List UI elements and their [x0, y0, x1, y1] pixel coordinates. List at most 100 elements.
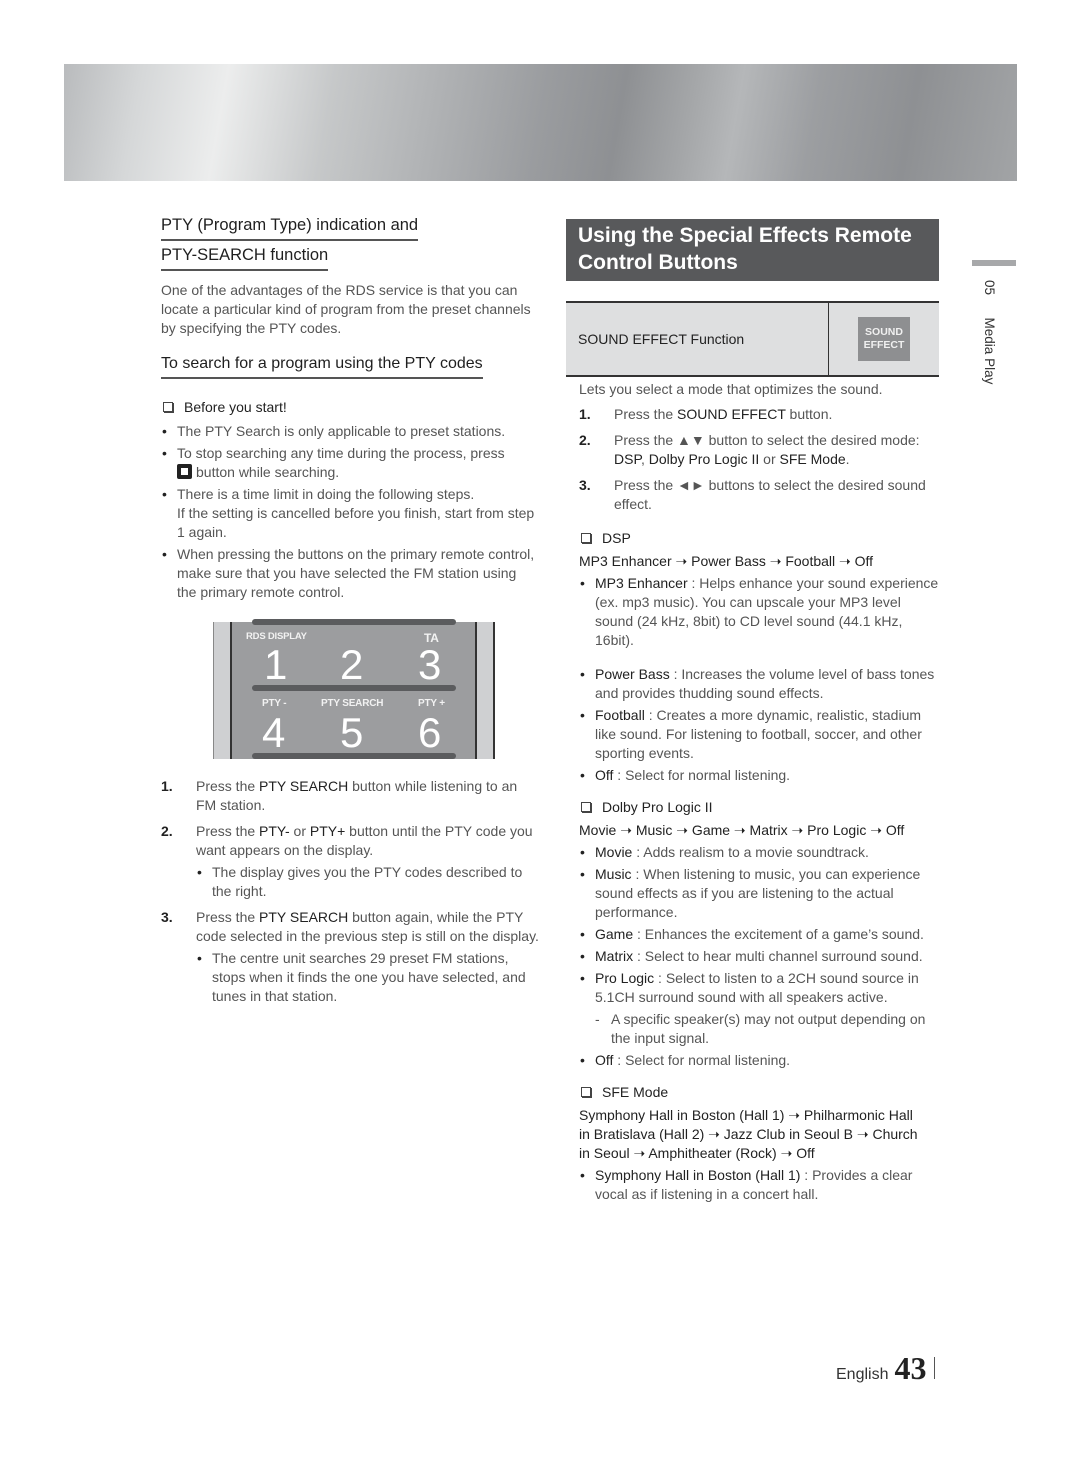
remote-face: RDS DISPLAY TA 1 2 3 PTY - PTY SEARCH PT… [232, 619, 476, 759]
digit-button-1[interactable]: 1 [264, 644, 287, 686]
remote-edge-left [213, 622, 232, 759]
sfe-list: Symphony Hall in Boston (Hall 1) : Provi… [579, 1166, 939, 1204]
step-number: 2. [579, 432, 591, 448]
subheading: To search for a program using the PTY co… [161, 353, 483, 379]
step-text: , [640, 451, 649, 467]
dolby-item: Music : When listening to music, you can… [579, 865, 939, 922]
item-desc: : Enhances the excitement of a game’s so… [633, 926, 924, 942]
dolby-sub-note: -A specific speaker(s) may not output de… [595, 1010, 939, 1048]
step-keyword: Dolby Pro Logic II [648, 451, 760, 467]
step-keyword: SOUND EFFECT [677, 406, 786, 422]
digit-button-5[interactable]: 5 [340, 712, 363, 754]
dsp-list: MP3 Enhancer : Helps enhance your sound … [579, 574, 939, 785]
note-text: The PTY Search is only applicable to pre… [177, 423, 506, 439]
pty-steps-list: 1. Press the PTY SEARCH button while list… [161, 777, 539, 1006]
right-column: Using the Special Effects Remote Control… [566, 219, 939, 1207]
item-desc: : Select to hear multi channel surround … [633, 948, 923, 964]
dsp-heading-label: DSP [602, 530, 631, 546]
dolby-item: Matrix : Select to hear multi channel su… [579, 947, 939, 966]
page-number: 43 [894, 1350, 927, 1386]
checkbox-icon [581, 802, 591, 812]
digit-button-3[interactable]: 3 [418, 644, 441, 686]
footer-separator [934, 1357, 936, 1379]
checkbox-icon [163, 402, 173, 412]
side-tab-text: 05 Media Play [982, 280, 997, 384]
function-button-cell: SOUND EFFECT [829, 303, 939, 375]
step-keyword: DSP [614, 451, 641, 467]
button-text-line2: EFFECT [863, 339, 905, 351]
dolby-item: Off : Select for normal listening. [579, 1051, 939, 1070]
before-start-heading: Before you start! [161, 399, 539, 415]
before-start-label: Before you start! [184, 399, 287, 415]
note-item: The PTY Search is only applicable to pre… [161, 422, 539, 441]
digit-button-2[interactable]: 2 [340, 644, 363, 686]
step-item: 2. Press the ▲▼ button to select the desi… [579, 431, 939, 469]
item-name: Power Bass [595, 666, 670, 682]
digit-button-6[interactable]: 6 [418, 712, 441, 754]
note-item: When pressing the buttons on the primary… [161, 545, 539, 602]
item-desc: : Select for normal listening. [613, 1052, 791, 1068]
step-item: 2. Press the PTY- or PTY+ button until th… [161, 822, 539, 901]
step-text: Press the [614, 406, 678, 422]
button-divider [252, 753, 456, 759]
dsp-item: Power Bass : Increases the volume level … [579, 665, 939, 703]
remote-edge-right [475, 622, 495, 759]
function-label: SOUND EFFECT Function [566, 303, 829, 375]
item-name: Matrix [595, 948, 634, 964]
sfe-item: Symphony Hall in Boston (Hall 1) : Provi… [579, 1166, 939, 1204]
item-desc: : Select for normal listening. [613, 767, 791, 783]
sub-note-text: A specific speaker(s) may not output dep… [611, 1011, 926, 1046]
page-footer: English 43 [836, 1350, 936, 1387]
step-keyword: PTY- [259, 823, 290, 839]
section-heading-line2: PTY-SEARCH function [161, 245, 329, 271]
dsp-item: Off : Select for normal listening. [579, 766, 939, 785]
step-number: 1. [161, 778, 173, 794]
item-name: Game [595, 926, 634, 942]
step-number: 1. [579, 406, 591, 422]
pty-plus-label: PTY + [418, 698, 445, 709]
digit-button-4[interactable]: 4 [262, 712, 285, 754]
dolby-item: Game : Enhances the excitement of a game… [579, 925, 939, 944]
step-keyword: SFE Mode [779, 451, 846, 467]
button-divider [252, 619, 456, 625]
step-item: 1. Press the PTY SEARCH button while list… [161, 777, 539, 815]
item-desc: : Creates a more dynamic, realistic, sta… [595, 707, 922, 761]
pty-minus-label: PTY - [262, 698, 287, 709]
dsp-heading: DSP [579, 530, 939, 546]
chapter-number: 05 [982, 280, 997, 296]
item-desc: : Adds realism to a movie soundtrack. [632, 844, 869, 860]
step-number: 2. [161, 823, 173, 839]
step-item: 1. Press the SOUND EFFECT button. [579, 405, 939, 424]
remote-control-image: RDS DISPLAY TA 1 2 3 PTY - PTY SEARCH PT… [213, 619, 495, 759]
checkbox-icon [581, 1087, 591, 1097]
note-text: button while searching. [196, 464, 340, 480]
step-text: . [845, 451, 850, 467]
note-item: There is a time limit in doing the follo… [161, 485, 539, 542]
note-item: To stop searching any time during the pr… [161, 444, 539, 482]
step-item: 3. Press the PTY SEARCH button again, whi… [161, 908, 539, 1006]
item-name: Off [595, 767, 614, 783]
dolby-item: Pro Logic : Select to listen to a 2CH so… [579, 969, 939, 1048]
step-sub-list: The centre unit searches 29 preset FM st… [196, 949, 539, 1006]
button-text-line1: SOUND [865, 326, 903, 338]
item-name: Off [595, 1052, 614, 1068]
dsp-flow: MP3 Enhancer ➝ Power Bass ➝ Football ➝ O… [579, 553, 874, 569]
item-name: Music [595, 866, 632, 882]
dash-marker: - [595, 1011, 600, 1027]
step-text: Press the [196, 823, 260, 839]
step-text: Press the [196, 778, 260, 794]
header-banner [64, 64, 1017, 181]
sfe-flow: Symphony Hall in Boston (Hall 1) ➝ Philh… [579, 1107, 918, 1161]
intro-paragraph: One of the advantages of the RDS service… [161, 282, 531, 336]
section-title: Using the Special Effects Remote Control… [566, 219, 939, 281]
step-text: button. [785, 406, 833, 422]
dolby-list: Movie : Adds realism to a movie soundtra… [579, 843, 939, 1070]
step-text: or [759, 451, 780, 467]
step-text: Press the ◄► buttons to select the desir… [614, 477, 926, 512]
dolby-item: Movie : Adds realism to a movie soundtra… [579, 843, 939, 862]
function-table: SOUND EFFECT Function SOUND EFFECT [566, 301, 939, 377]
item-desc: : When listening to music, you can exper… [595, 866, 921, 920]
sound-effect-button-icon: SOUND EFFECT [858, 317, 910, 361]
dsp-item: MP3 Enhancer : Helps enhance your sound … [579, 574, 939, 650]
item-name: Football [595, 707, 645, 723]
